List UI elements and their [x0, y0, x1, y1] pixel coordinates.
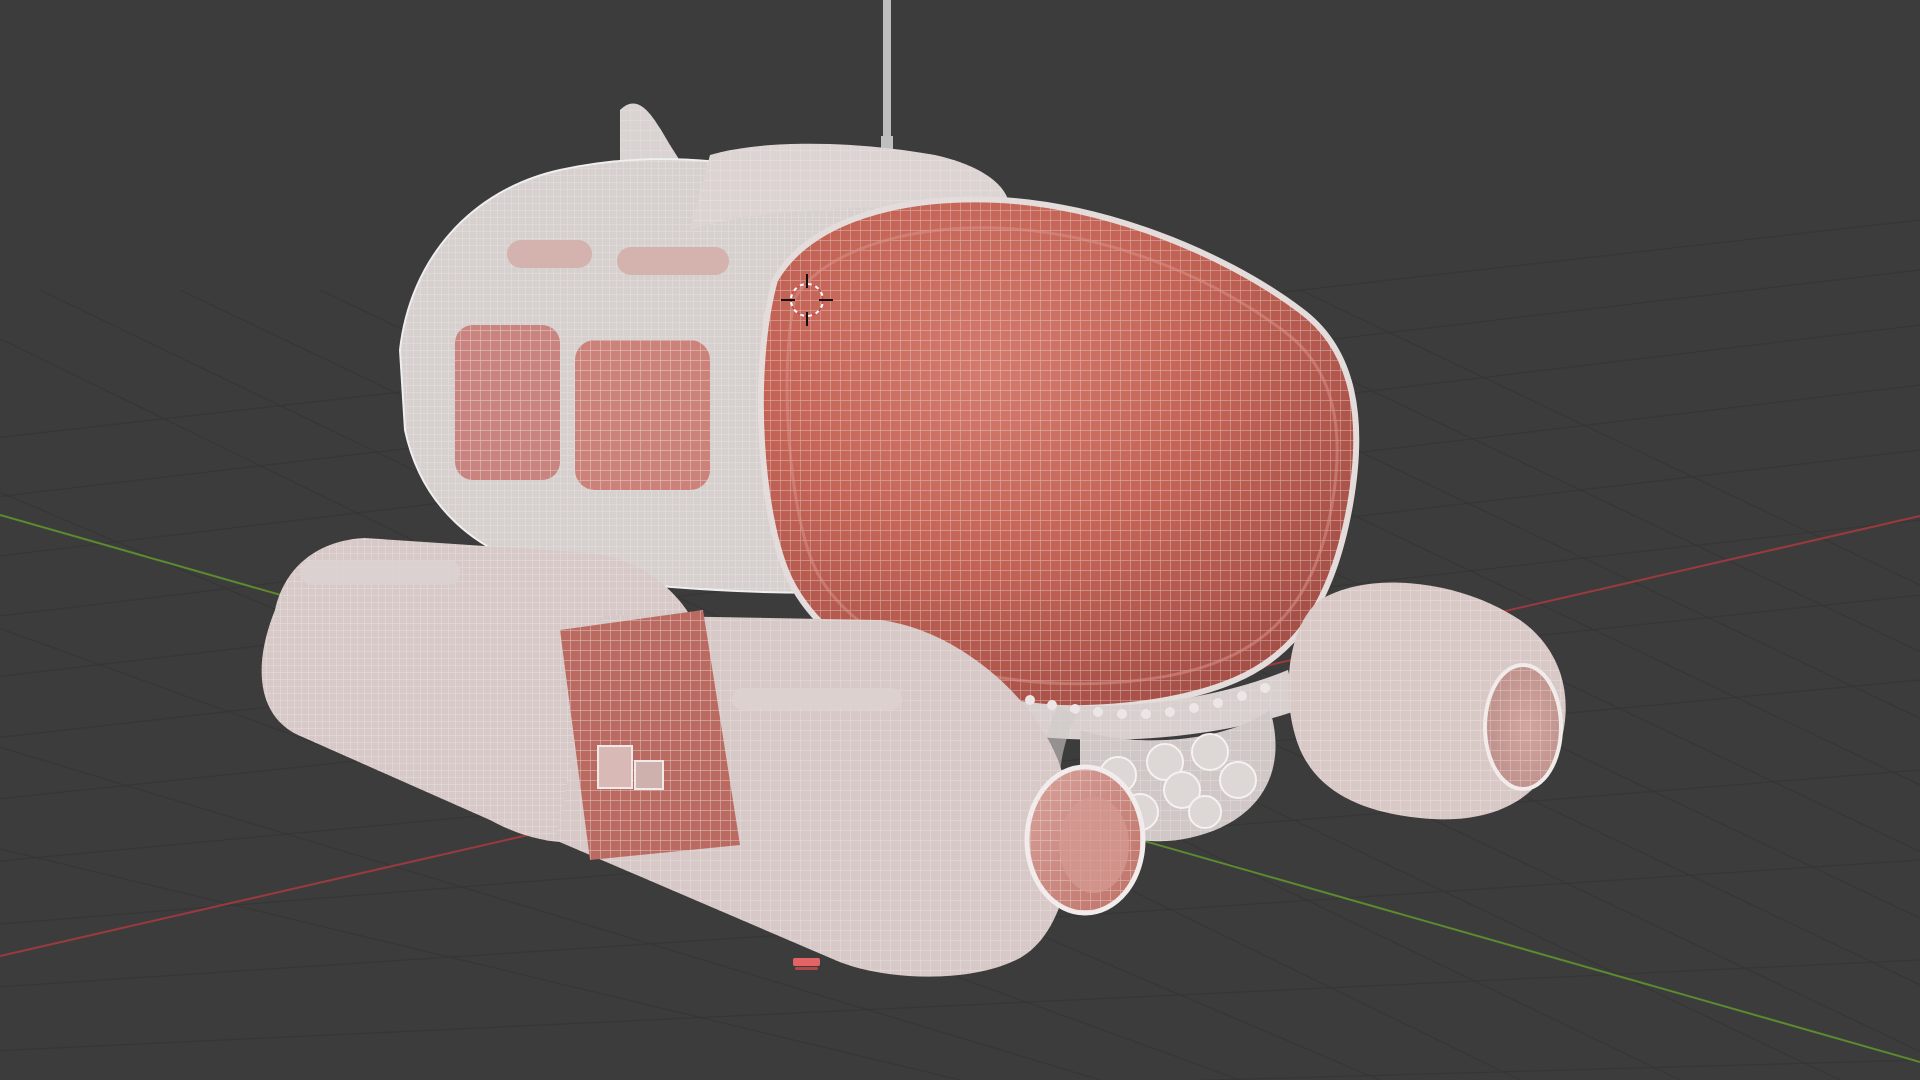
viewport-canvas[interactable] — [0, 0, 1920, 1080]
3d-viewport[interactable] — [0, 0, 1920, 1080]
light-icon[interactable] — [793, 958, 820, 970]
